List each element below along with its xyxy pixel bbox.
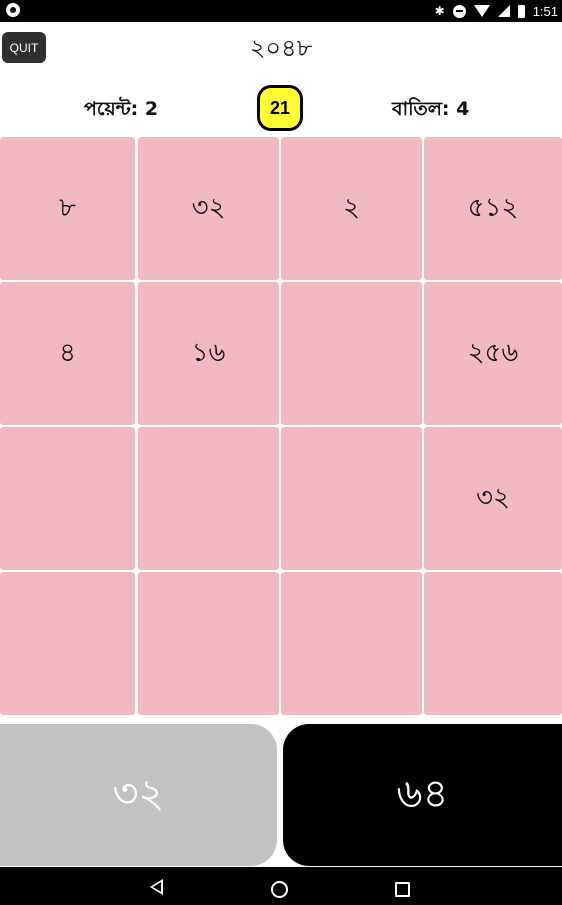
next-tile-secondary[interactable]: ৩২: [0, 724, 277, 866]
board-cell-r3-c1[interactable]: [0, 427, 135, 570]
back-icon[interactable]: [150, 879, 163, 895]
board-cell-r2-c3[interactable]: [281, 282, 422, 425]
status-time: 1:51: [532, 3, 558, 19]
board-cell-r2-c4[interactable]: ২৫৬: [424, 282, 562, 425]
board-cell-r2-c2[interactable]: ১৬: [138, 282, 279, 425]
quit-button[interactable]: QUIT: [2, 32, 46, 63]
board-cell-r4-c3[interactable]: [281, 572, 422, 715]
score-row: পয়েন্ট: 2 21 বাতিল: 4: [0, 85, 562, 131]
navigation-bar: [0, 867, 562, 905]
points-label: পয়েন্ট: 2: [84, 98, 159, 120]
recent-apps-icon[interactable]: [395, 882, 410, 897]
board-cell-r3-c4[interactable]: ৩২: [424, 427, 562, 570]
wifi-icon: [473, 5, 490, 17]
board-cell-r3-c3[interactable]: [281, 427, 422, 570]
board-cell-r4-c2[interactable]: [138, 572, 279, 715]
bluetooth-icon: ✱: [434, 4, 445, 18]
board-cell-r1-c2[interactable]: ৩২: [138, 137, 279, 280]
cellular-icon: [497, 5, 510, 17]
discard-label: বাতিল: 4: [392, 98, 470, 120]
battery-icon: [517, 4, 525, 18]
board-cell-r1-c4[interactable]: ৫১২: [424, 137, 562, 280]
status-bar: ✱ 1:51: [0, 0, 562, 22]
game-title: ২০৪৮: [249, 34, 313, 62]
board-cell-r1-c1[interactable]: ৮: [0, 137, 135, 280]
board-cell-r3-c2[interactable]: [138, 427, 279, 570]
do-not-disturb-icon: [452, 4, 466, 18]
move-counter-badge: 21: [257, 85, 303, 131]
board-cell-r2-c1[interactable]: ৪: [0, 282, 135, 425]
game-board[interactable]: ৮ ৩২ ২ ৫১২ ৪ ১৬ ২৫৬ ৩২: [0, 137, 562, 715]
board-cell-r4-c1[interactable]: [0, 572, 135, 715]
home-icon[interactable]: [271, 881, 288, 898]
next-tile-primary[interactable]: ৬৪: [283, 724, 562, 866]
board-cell-r1-c3[interactable]: ২: [281, 137, 422, 280]
app-notification-icon: [6, 3, 20, 17]
board-cell-r4-c4[interactable]: [424, 572, 562, 715]
